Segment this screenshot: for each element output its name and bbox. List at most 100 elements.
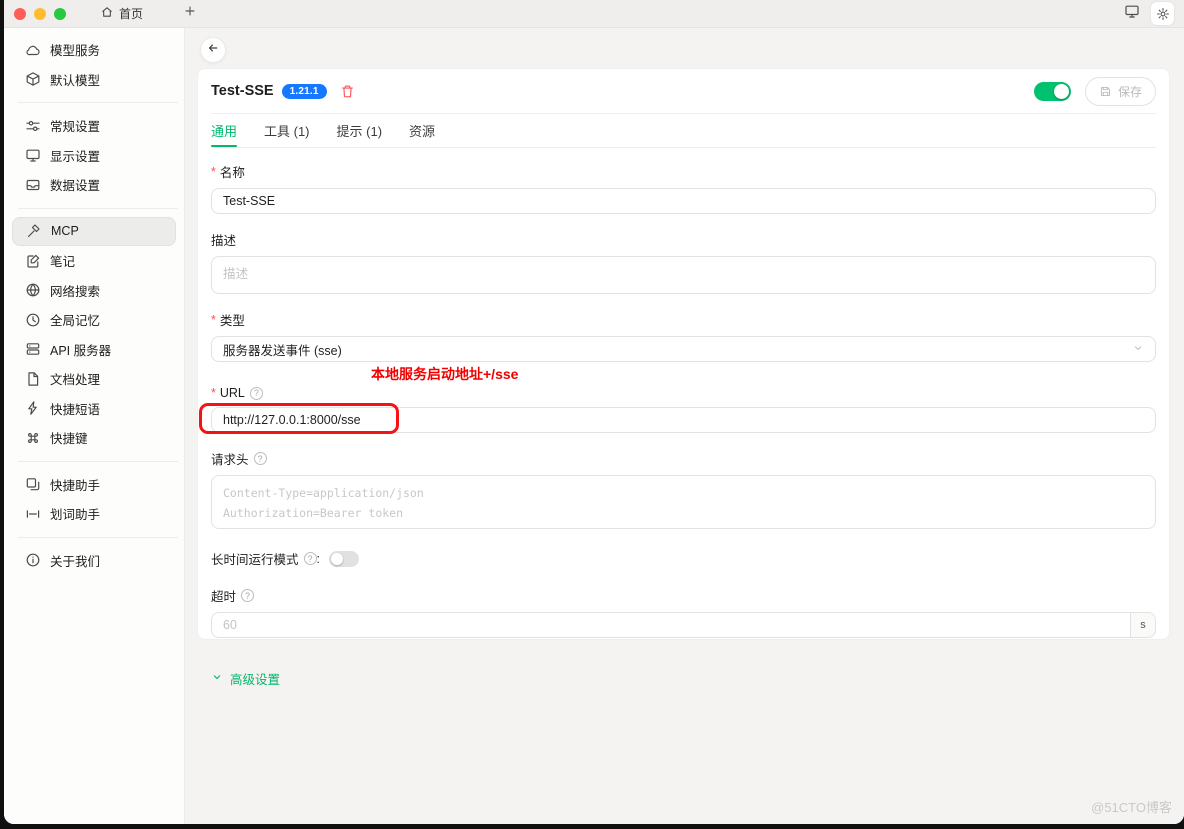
- sidebar-item-quick-phrases[interactable]: 快捷短语: [4, 394, 184, 424]
- settings-gear-button[interactable]: [1151, 2, 1174, 25]
- sidebar-item-display-settings[interactable]: 显示设置: [4, 141, 184, 171]
- tab-prompts[interactable]: 提示 (1): [337, 114, 383, 147]
- timeout-field: 超时 s: [211, 586, 1156, 638]
- sidebar-divider: [18, 537, 178, 538]
- sidebar-item-global-memory[interactable]: 全局记忆: [4, 305, 184, 335]
- sidebar-item-label: MCP: [51, 224, 79, 238]
- monitor-icon: [25, 147, 41, 163]
- save-button-label: 保存: [1118, 83, 1142, 100]
- save-icon: [1099, 85, 1112, 98]
- mcp-server-card: Test-SSE 1.21.1 保存 通用工具 (1)提示: [197, 68, 1170, 640]
- sidebar-item-selection-assistant[interactable]: 划词助手: [4, 499, 184, 529]
- long-running-toggle[interactable]: [329, 551, 359, 567]
- sidebar-item-label: 全局记忆: [50, 310, 100, 329]
- maximize-traffic-light[interactable]: [54, 8, 66, 20]
- back-button[interactable]: [200, 37, 226, 63]
- tab-resources[interactable]: 资源: [409, 114, 435, 147]
- text-select-icon: [25, 506, 41, 522]
- sidebar-item-mcp[interactable]: MCP: [12, 217, 176, 247]
- sidebar-item-document-processing[interactable]: 文档处理: [4, 364, 184, 394]
- advanced-settings-toggle[interactable]: 高级设置: [211, 669, 280, 688]
- headers-field: 请求头 Content-Type=application/json Author…: [211, 449, 1156, 529]
- long-running-label: 长时间运行模式 :: [211, 549, 320, 568]
- memory-icon: [25, 312, 41, 328]
- name-input[interactable]: [211, 188, 1156, 214]
- save-button[interactable]: 保存: [1085, 77, 1156, 106]
- minimize-traffic-light[interactable]: [34, 8, 46, 20]
- advanced-settings-label: 高级设置: [230, 669, 280, 688]
- sidebar-item-data-settings[interactable]: 数据设置: [4, 170, 184, 200]
- sidebar-item-default-models[interactable]: 默认模型: [4, 65, 184, 95]
- zap-icon: [25, 400, 41, 416]
- sidebar-item-shortcut-keys[interactable]: 快捷键: [4, 423, 184, 453]
- chevron-down-icon: [1132, 342, 1144, 357]
- server-icon: [25, 341, 41, 357]
- url-field: * URL: [211, 386, 1156, 433]
- headers-input[interactable]: Content-Type=application/json Authorizat…: [211, 475, 1156, 529]
- version-badge: 1.21.1: [282, 84, 327, 99]
- server-title: Test-SSE: [211, 83, 274, 99]
- timeout-label: 超时: [211, 586, 1156, 605]
- type-select[interactable]: 服务器发送事件 (sse): [211, 336, 1156, 362]
- timeout-unit-suffix: s: [1130, 612, 1156, 638]
- new-tab-button[interactable]: [183, 4, 197, 23]
- sidebar-item-label: 模型服务: [50, 40, 100, 59]
- sidebar-item-model-services[interactable]: 模型服务: [4, 35, 184, 65]
- plus-icon: [183, 4, 197, 23]
- sidebar-item-general-settings[interactable]: 常规设置: [4, 111, 184, 141]
- sidebar-item-notes[interactable]: 笔记: [4, 246, 184, 276]
- description-input[interactable]: [211, 256, 1156, 294]
- help-icon: [250, 387, 263, 400]
- sidebar-item-quick-assistant[interactable]: 快捷助手: [4, 470, 184, 500]
- sidebar-item-label: 快捷短语: [50, 399, 100, 418]
- timeout-input[interactable]: [211, 612, 1130, 638]
- name-field: * 名称: [211, 162, 1156, 214]
- arrow-left-icon: [206, 41, 220, 60]
- sidebar-item-label: 默认模型: [50, 70, 100, 89]
- app-window: 首页 模型服务默认模型常规设置显示设置数据设置 MCP 笔记网络搜索全局记忆 API …: [4, 0, 1184, 824]
- name-label: * 名称: [211, 162, 1156, 181]
- command-icon: [25, 430, 41, 446]
- headers-placeholder-line: Content-Type=application/json: [223, 483, 1144, 503]
- file-icon: [25, 371, 41, 387]
- url-input[interactable]: [211, 407, 1156, 433]
- package-icon: [25, 71, 41, 87]
- trash-icon: [340, 84, 355, 99]
- url-label: * URL: [211, 386, 1156, 400]
- window-tab-home[interactable]: 首页: [100, 5, 143, 22]
- sidebar-divider: [18, 208, 178, 209]
- sidebar-divider: [18, 102, 178, 103]
- required-marker: *: [211, 165, 216, 179]
- sidebar-item-label: API 服务器: [50, 340, 111, 359]
- general-form: * 名称 描述 * 类型: [211, 148, 1156, 688]
- close-traffic-light[interactable]: [14, 8, 26, 20]
- help-icon: [254, 452, 267, 465]
- headers-label: 请求头: [211, 449, 1156, 468]
- info-icon: [25, 552, 41, 568]
- tab-tools[interactable]: 工具 (1): [264, 114, 310, 147]
- sidebar-item-label: 关于我们: [50, 551, 100, 570]
- display-mode-icon[interactable]: [1124, 3, 1140, 24]
- sidebar-item-api-server[interactable]: API 服务器: [4, 335, 184, 365]
- description-field: 描述: [211, 230, 1156, 294]
- sidebar-item-label: 划词助手: [50, 504, 100, 523]
- window-tab-label: 首页: [119, 5, 143, 22]
- type-field: * 类型 服务器发送事件 (sse): [211, 310, 1156, 362]
- main-content: Test-SSE 1.21.1 保存 通用工具 (1)提示: [185, 28, 1184, 824]
- type-select-value: 服务器发送事件 (sse): [223, 340, 342, 359]
- server-enabled-toggle[interactable]: [1034, 82, 1071, 101]
- chevron-down-icon: [211, 671, 223, 686]
- help-icon: [304, 552, 317, 565]
- sidebar-item-about-us[interactable]: 关于我们: [4, 546, 184, 576]
- help-icon: [241, 589, 254, 602]
- type-label: * 类型: [211, 310, 1156, 329]
- delete-server-button[interactable]: [340, 84, 355, 99]
- tutorial-annotation-text: 本地服务启动地址+/sse: [371, 364, 1156, 384]
- long-running-field: 长时间运行模式 :: [211, 549, 1156, 568]
- sidebar-item-web-search[interactable]: 网络搜索: [4, 276, 184, 306]
- tabs: 通用工具 (1) 提示 (1) 资源: [211, 114, 1156, 147]
- sliders-icon: [25, 118, 41, 134]
- sidebar-item-label: 数据设置: [50, 175, 100, 194]
- required-marker: *: [211, 313, 216, 327]
- tab-general[interactable]: 通用: [211, 114, 237, 147]
